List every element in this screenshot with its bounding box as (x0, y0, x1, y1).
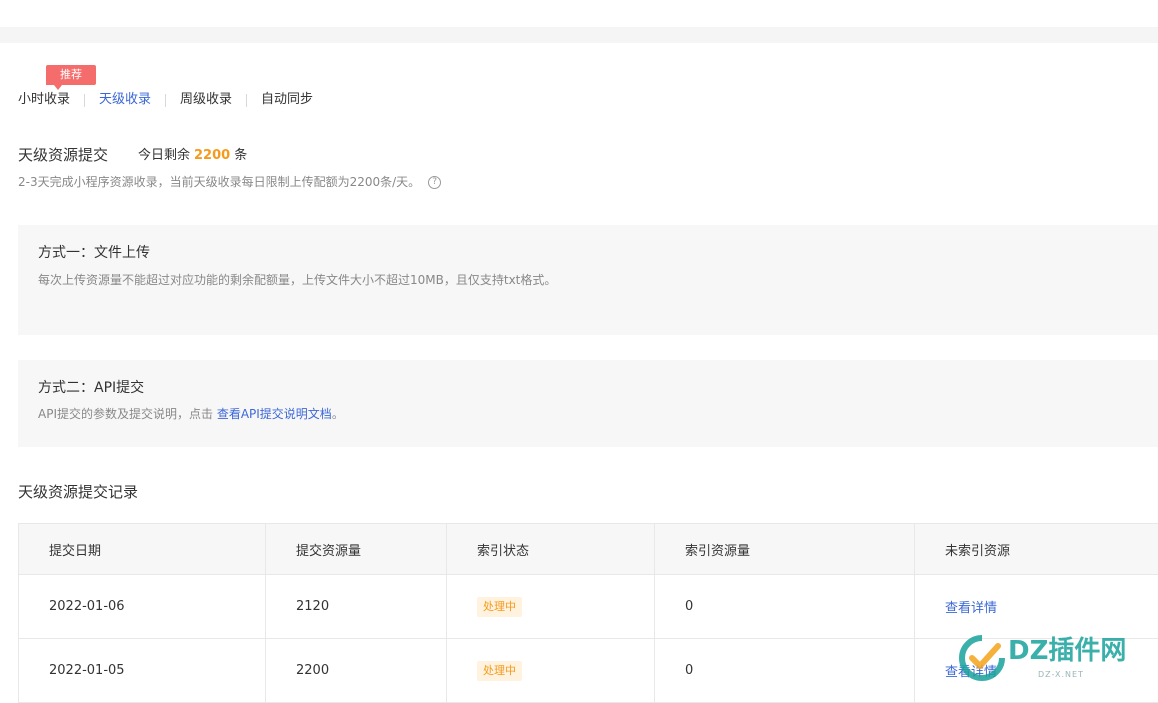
column-header: 索引资源量 (655, 524, 915, 575)
tab-daily[interactable]: 天级收录 (99, 90, 151, 110)
watermark-text: DZ插件网 (1008, 636, 1126, 666)
cell-status: 处理中 (447, 575, 655, 639)
cell-amount: 2200 (266, 639, 447, 703)
quota-remaining: 今日剩余 2200 条 (138, 146, 247, 166)
view-details-link[interactable]: 查看详情 (945, 601, 997, 616)
cell-date: 2022-01-05 (19, 639, 266, 703)
description-text: 2-3天完成小程序资源收录，当前天级收录每日限制上传配额为2200条/天。 (18, 173, 420, 191)
status-badge: 处理中 (477, 597, 522, 617)
method2-title: 方式二：API提交 (38, 378, 144, 398)
tab-hourly[interactable]: 小时收录 (18, 90, 70, 110)
column-header: 未索引资源 (915, 524, 1158, 575)
method1-text: 每次上传资源量不能超过对应功能的剩余配额量，上传文件大小不超过10MB，且仅支持… (38, 271, 556, 289)
cell-indexed: 0 (655, 639, 915, 703)
submit-description: 2-3天完成小程序资源收录，当前天级收录每日限制上传配额为2200条/天。 ? (18, 173, 441, 191)
quota-prefix: 今日剩余 (138, 148, 190, 163)
cell-indexed: 0 (655, 575, 915, 639)
tab-separator (165, 94, 166, 107)
method2-text-body: API提交的参数及提交说明，点击 (38, 407, 217, 421)
tab-separator (84, 94, 85, 107)
quota-suffix: 条 (234, 148, 247, 163)
watermark-subtext: DZ-X.NET (1038, 670, 1084, 679)
tab-auto-sync[interactable]: 自动同步 (261, 90, 313, 110)
cell-status: 处理中 (447, 639, 655, 703)
table-row: 2022-01-06 2120 处理中 0 查看详情 (19, 575, 1158, 639)
method-api-card: 方式二：API提交 API提交的参数及提交说明，点击 查看API提交说明文档。 (18, 360, 1158, 447)
cell-action: 查看详情 (915, 575, 1158, 639)
cell-amount: 2120 (266, 575, 447, 639)
tab-weekly[interactable]: 周级收录 (180, 90, 232, 110)
records-title: 天级资源提交记录 (18, 482, 138, 502)
column-header: 索引状态 (447, 524, 655, 575)
submit-title: 天级资源提交 (18, 145, 108, 165)
status-badge: 处理中 (477, 661, 522, 681)
tab-separator (246, 94, 247, 107)
watermark-logo: DZ插件网 DZ-X.NET (958, 632, 1158, 692)
quota-value: 2200 (194, 148, 230, 163)
table-header-row: 提交日期 提交资源量 索引状态 索引资源量 未索引资源 (19, 524, 1158, 575)
top-divider-strip (0, 27, 1158, 43)
cell-date: 2022-01-06 (19, 575, 266, 639)
method-file-upload-card: 方式一：文件上传 每次上传资源量不能超过对应功能的剩余配额量，上传文件大小不超过… (18, 225, 1158, 335)
column-header: 提交资源量 (266, 524, 447, 575)
collection-tabs: 小时收录 天级收录 周级收录 自动同步 (18, 90, 313, 110)
method2-text: API提交的参数及提交说明，点击 查看API提交说明文档。 (38, 405, 344, 423)
watermark-logo-icon (958, 634, 1006, 682)
api-doc-link[interactable]: 查看API提交说明文档 (217, 407, 332, 421)
method2-text-end: 。 (332, 407, 344, 421)
method1-title: 方式一：文件上传 (38, 243, 150, 263)
column-header: 提交日期 (19, 524, 266, 575)
recommend-badge: 推荐 (46, 65, 96, 85)
help-icon[interactable]: ? (428, 176, 441, 189)
